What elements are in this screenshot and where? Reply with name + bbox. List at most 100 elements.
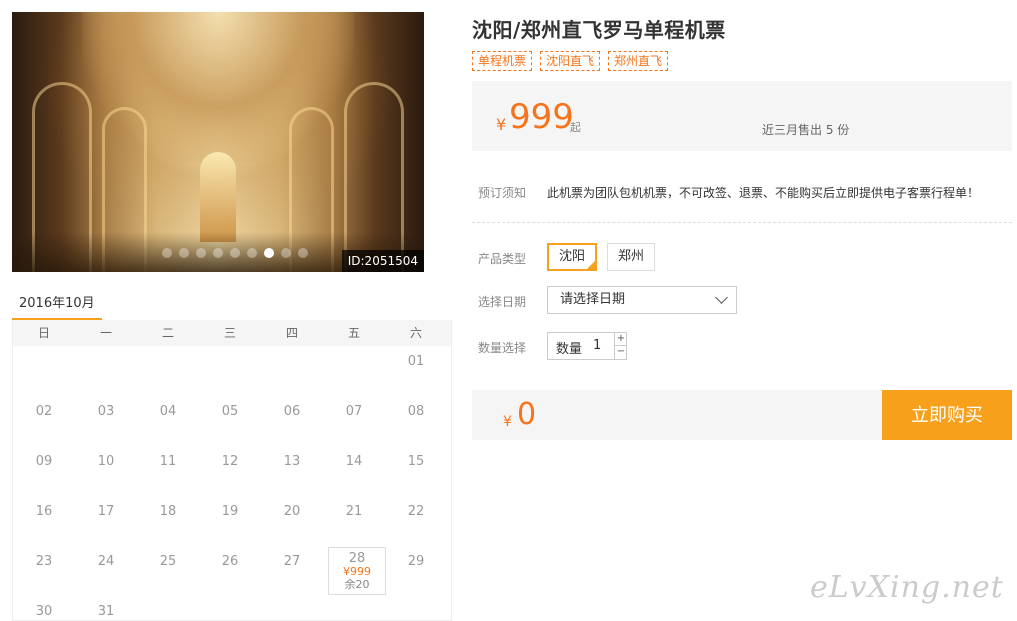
type-option-shenyang[interactable]: 沈阳 [547, 243, 598, 271]
slide-dot[interactable] [230, 248, 240, 258]
quantity-label: 数量选择 [478, 341, 527, 355]
calendar-day-number: 29 [407, 554, 425, 569]
notice-text: 此机票为团队包机机票，不可改签、退票、不能购买后立即提供电子客票行程单！ [547, 186, 980, 200]
calendar-day-number: 03 [97, 404, 115, 419]
weekday-label: 六 [409, 326, 422, 340]
calendar-day: 09 [13, 446, 75, 496]
slide-dot[interactable] [162, 248, 172, 258]
price-amount: 999 [509, 97, 574, 137]
calendar-day-number: 20 [283, 504, 301, 519]
slide-dot[interactable] [247, 248, 257, 258]
date-select[interactable]: 请选择日期 [547, 286, 737, 314]
calendar-day: 14 [323, 446, 385, 496]
calendar-day: 15 [385, 446, 447, 496]
product-title: 沈阳/郑州直飞罗马单程机票 [472, 18, 726, 42]
calendar-day-number: 30 [35, 604, 53, 619]
calendar-day-number: 21 [345, 504, 363, 519]
tab-month[interactable]: 2016年10月 [12, 289, 102, 321]
minus-icon[interactable]: − [614, 346, 627, 359]
calendar-day-number: 16 [35, 504, 53, 519]
calendar-day: 13 [261, 446, 323, 496]
weekday-label: 五 [347, 326, 360, 340]
chevron-down-icon [715, 291, 728, 304]
quantity-value[interactable]: 1 [593, 338, 601, 353]
calendar-day-number: 15 [407, 454, 425, 469]
calendar-day: 12 [199, 446, 261, 496]
calendar-day: 30 [13, 596, 75, 621]
calendar-day-available[interactable]: 28 ¥999 余20 [328, 547, 386, 595]
calendar-day-number: 11 [159, 454, 177, 469]
calendar-day-number: 01 [407, 354, 425, 369]
calendar-day-number: 08 [407, 404, 425, 419]
plus-icon[interactable]: + [614, 333, 627, 346]
calendar-day: 11 [137, 446, 199, 496]
slide-dot[interactable] [281, 248, 291, 258]
calendar-day: 08 [385, 396, 447, 446]
calendar-day: 18 [137, 496, 199, 546]
calendar-day: 29 [385, 546, 447, 596]
calendar-day-number: 05 [221, 404, 239, 419]
weekday-label: 二 [161, 326, 174, 340]
calendar-day: 25 [137, 546, 199, 596]
buy-now-button[interactable]: 立即购买 [882, 390, 1012, 440]
calendar-month-tabs: 2016年10月 [12, 289, 452, 321]
slide-dot[interactable] [264, 248, 274, 258]
notice-label: 预订须知 [478, 186, 527, 200]
calendar-day-number: 02 [35, 404, 53, 419]
calendar-day: 20 [261, 496, 323, 546]
calendar-day: 06 [261, 396, 323, 446]
calendar-day-number: 06 [283, 404, 301, 419]
calendar-day: 31 [75, 596, 137, 621]
total-bar: ¥ 0 立即购买 [472, 390, 1012, 440]
product-page: ID:2051504 2016年10月 日 一 二 三 四 五 六 01 02 03 04 05 06… [0, 0, 1017, 621]
calendar-day: 19 [199, 496, 261, 546]
calendar-day-number: 04 [159, 404, 177, 419]
weekday-label: 四 [285, 326, 298, 340]
calendar-day-number: 25 [159, 554, 177, 569]
photo-id-label: ID:2051504 [341, 250, 424, 272]
calendar-day-number: 18 [159, 504, 177, 519]
calendar-day: 26 [199, 546, 261, 596]
weekday-label: 三 [223, 326, 236, 340]
calendar-day: 22 [385, 496, 447, 546]
type-option-zhengzhou[interactable]: 郑州 [607, 243, 656, 271]
slide-dot[interactable] [179, 248, 189, 258]
calendar-day-number: 23 [35, 554, 53, 569]
date-label: 选择日期 [478, 295, 527, 309]
calendar-day-number: 10 [97, 454, 115, 469]
calendar-day-number: 14 [345, 454, 363, 469]
product-photo[interactable]: ID:2051504 [12, 12, 424, 272]
calendar-day: 07 [323, 396, 385, 446]
calendar-day-number: 26 [221, 554, 239, 569]
product-tag[interactable]: 单程机票 [472, 51, 533, 71]
product-tags: 单程机票 沈阳直飞 郑州直飞 [472, 51, 669, 71]
quantity-stepper: 数量 1 + − [547, 332, 627, 360]
weekday-label: 日 [37, 326, 50, 340]
price-currency: ¥ [496, 115, 507, 134]
product-type-label: 产品类型 [478, 252, 527, 266]
calendar-day-number: 27 [283, 554, 301, 569]
calendar-day-number: 09 [35, 454, 53, 469]
divider [472, 222, 1012, 223]
product-tag[interactable]: 郑州直飞 [608, 51, 669, 71]
calendar-day: 01 [385, 346, 447, 396]
slide-dots [162, 248, 308, 258]
calendar-day-number: 07 [345, 404, 363, 419]
calendar-weekday-header: 日一二三四五六 [13, 320, 451, 346]
calendar-day-number: 28 [348, 551, 366, 566]
calendar-day: 04 [137, 396, 199, 446]
sold-count: 近三月售出 5 份 [762, 123, 850, 137]
slide-dot[interactable] [213, 248, 223, 258]
weekday-label: 一 [99, 326, 112, 340]
quantity-inner-label: 数量 [556, 342, 583, 357]
slide-dot[interactable] [298, 248, 308, 258]
calendar-day-number: 24 [97, 554, 115, 569]
calendar-day: 02 [13, 396, 75, 446]
calendar: 日 一 二 三 四 五 六 01 02 03 04 05 06 07 08 09 10 11 12 13 14 15 16… [12, 320, 452, 621]
product-tag[interactable]: 沈阳直飞 [540, 51, 601, 71]
calendar-day: 17 [75, 496, 137, 546]
calendar-day: 24 [75, 546, 137, 596]
calendar-day-number: 31 [97, 604, 115, 619]
slide-dot[interactable] [196, 248, 206, 258]
site-watermark: eLvXing.net [810, 570, 1004, 605]
